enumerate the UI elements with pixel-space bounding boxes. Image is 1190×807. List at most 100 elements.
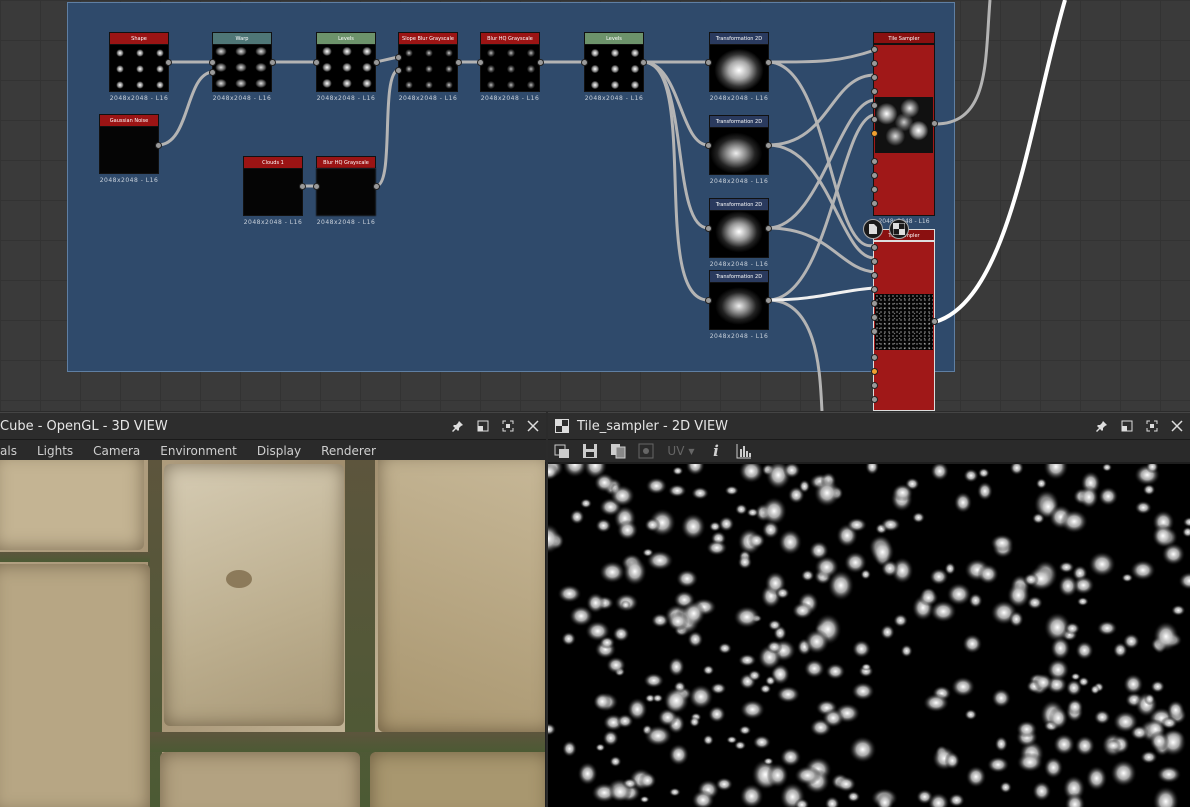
node-pin[interactable] (395, 54, 402, 61)
node-pin[interactable] (299, 183, 306, 190)
pin-icon[interactable] (450, 419, 465, 434)
copy-icon[interactable] (610, 443, 626, 459)
node-pin[interactable] (155, 142, 162, 149)
maximize-icon[interactable] (1144, 419, 1159, 434)
node-pin[interactable] (705, 59, 712, 66)
node-pin[interactable] (871, 396, 878, 403)
node-pin[interactable] (455, 59, 462, 66)
texture-splat (752, 735, 771, 750)
node-pin[interactable] (705, 142, 712, 149)
node-caption: 2048x2048 - L16 (316, 219, 376, 226)
node-pin[interactable] (871, 186, 878, 193)
node-pin[interactable] (269, 59, 276, 66)
node-pin[interactable] (871, 102, 878, 109)
node-pin[interactable] (871, 244, 878, 251)
float-icon[interactable] (1119, 419, 1134, 434)
3d-viewport[interactable] (0, 460, 545, 807)
tiling-icon[interactable] (638, 443, 654, 459)
menu-environment[interactable]: Environment (160, 444, 237, 458)
node-pin[interactable] (477, 59, 484, 66)
node-pin[interactable] (165, 59, 172, 66)
node-pin[interactable] (705, 297, 712, 304)
node-blur-hq-1[interactable]: Blur HQ Grayscale 2048x2048 - L16 (480, 32, 540, 102)
node-warp[interactable]: Warp 2048x2048 - L16 (212, 32, 272, 102)
node-pin[interactable] (313, 59, 320, 66)
node-pin[interactable] (871, 74, 878, 81)
node-pin[interactable] (640, 59, 647, 66)
node-transform-2d-3[interactable]: Transformation 2D 2048x2048 - L16 (709, 198, 769, 268)
display-mode-icon[interactable] (554, 443, 570, 459)
node-blur-hq-2[interactable]: Blur HQ Grayscale 2048x2048 - L16 (316, 156, 376, 226)
node-pin[interactable] (871, 172, 878, 179)
node-pin[interactable] (931, 318, 938, 325)
node-thumbnail (316, 168, 376, 216)
node-pin[interactable] (931, 120, 938, 127)
node-pin[interactable] (871, 328, 878, 335)
texture-splat (668, 787, 681, 797)
panel-2d-titlebar[interactable]: Tile_sampler - 2D VIEW (548, 412, 1190, 440)
maximize-icon[interactable] (500, 419, 515, 434)
pin-icon[interactable] (1094, 419, 1109, 434)
node-clouds-1[interactable]: Clouds 1 2048x2048 - L16 (243, 156, 303, 226)
node-pin[interactable] (871, 60, 878, 67)
node-pin[interactable] (871, 368, 878, 375)
node-pin[interactable] (871, 130, 878, 137)
node-transform-2d-1[interactable]: Transformation 2D 2048x2048 - L16 (709, 32, 769, 102)
node-transform-2d-4[interactable]: Transformation 2D 2048x2048 - L16 (709, 270, 769, 340)
node-pin[interactable] (871, 116, 878, 123)
node-pin[interactable] (765, 225, 772, 232)
close-icon[interactable] (525, 419, 540, 434)
node-pin[interactable] (373, 59, 380, 66)
menu-materials[interactable]: als (0, 444, 17, 458)
menu-renderer[interactable]: Renderer (321, 444, 376, 458)
node-pin[interactable] (871, 46, 878, 53)
node-pin[interactable] (765, 142, 772, 149)
uv-dropdown[interactable]: UV ▼ (666, 443, 696, 459)
save-icon[interactable] (582, 443, 598, 459)
node-pin[interactable] (871, 200, 878, 207)
node-slope-blur[interactable]: Slope Blur Grayscale 2048x2048 - L16 (398, 32, 458, 102)
node-graph[interactable]: Shape 2048x2048 - L16 Warp 2048x2048 - L… (0, 0, 1190, 411)
node-pin[interactable] (871, 354, 878, 361)
2d-viewport[interactable] (548, 464, 1190, 807)
node-levels-1[interactable]: Levels 2048x2048 - L16 (316, 32, 376, 102)
texture-splat (1149, 730, 1170, 752)
node-pin[interactable] (871, 258, 878, 265)
node-pin[interactable] (705, 225, 712, 232)
texture-splat (685, 464, 705, 476)
node-tile-sampler-2[interactable]: Tile Sampler (873, 229, 935, 411)
menu-lights[interactable]: Lights (37, 444, 73, 458)
node-pin[interactable] (871, 314, 878, 321)
node-pin[interactable] (373, 183, 380, 190)
node-pin[interactable] (871, 286, 878, 293)
info-icon[interactable]: i (708, 442, 724, 460)
checker-icon[interactable] (889, 219, 909, 239)
menu-camera[interactable]: Camera (93, 444, 140, 458)
node-pin[interactable] (765, 59, 772, 66)
float-icon[interactable] (475, 419, 490, 434)
node-levels-2[interactable]: Levels 2048x2048 - L16 (584, 32, 644, 102)
node-pin[interactable] (209, 59, 216, 66)
close-icon[interactable] (1169, 419, 1184, 434)
node-shape[interactable]: Shape 2048x2048 - L16 (109, 32, 169, 102)
node-gaussian-noise[interactable]: Gaussian Noise 2048x2048 - L16 (99, 114, 159, 184)
histogram-icon[interactable] (736, 443, 752, 459)
node-pin[interactable] (871, 300, 878, 307)
menu-display[interactable]: Display (257, 444, 301, 458)
node-title: Slope Blur Grayscale (398, 32, 458, 44)
node-pin[interactable] (765, 297, 772, 304)
node-pin[interactable] (395, 67, 402, 74)
node-pin[interactable] (871, 88, 878, 95)
document-icon[interactable] (863, 219, 883, 239)
node-pin[interactable] (871, 272, 878, 279)
node-tile-sampler[interactable]: Tile Sampler 2048x2048 - L16 (873, 32, 935, 225)
node-pin[interactable] (581, 59, 588, 66)
node-pin[interactable] (871, 382, 878, 389)
node-pin[interactable] (537, 59, 544, 66)
node-transform-2d-2[interactable]: Transformation 2D 2048x2048 - L16 (709, 115, 769, 185)
panel-3d-titlebar[interactable]: Cube - OpenGL - 3D VIEW (0, 412, 546, 440)
node-pin[interactable] (313, 183, 320, 190)
texture-splat (944, 751, 961, 770)
node-pin[interactable] (871, 158, 878, 165)
node-pin[interactable] (209, 69, 216, 76)
